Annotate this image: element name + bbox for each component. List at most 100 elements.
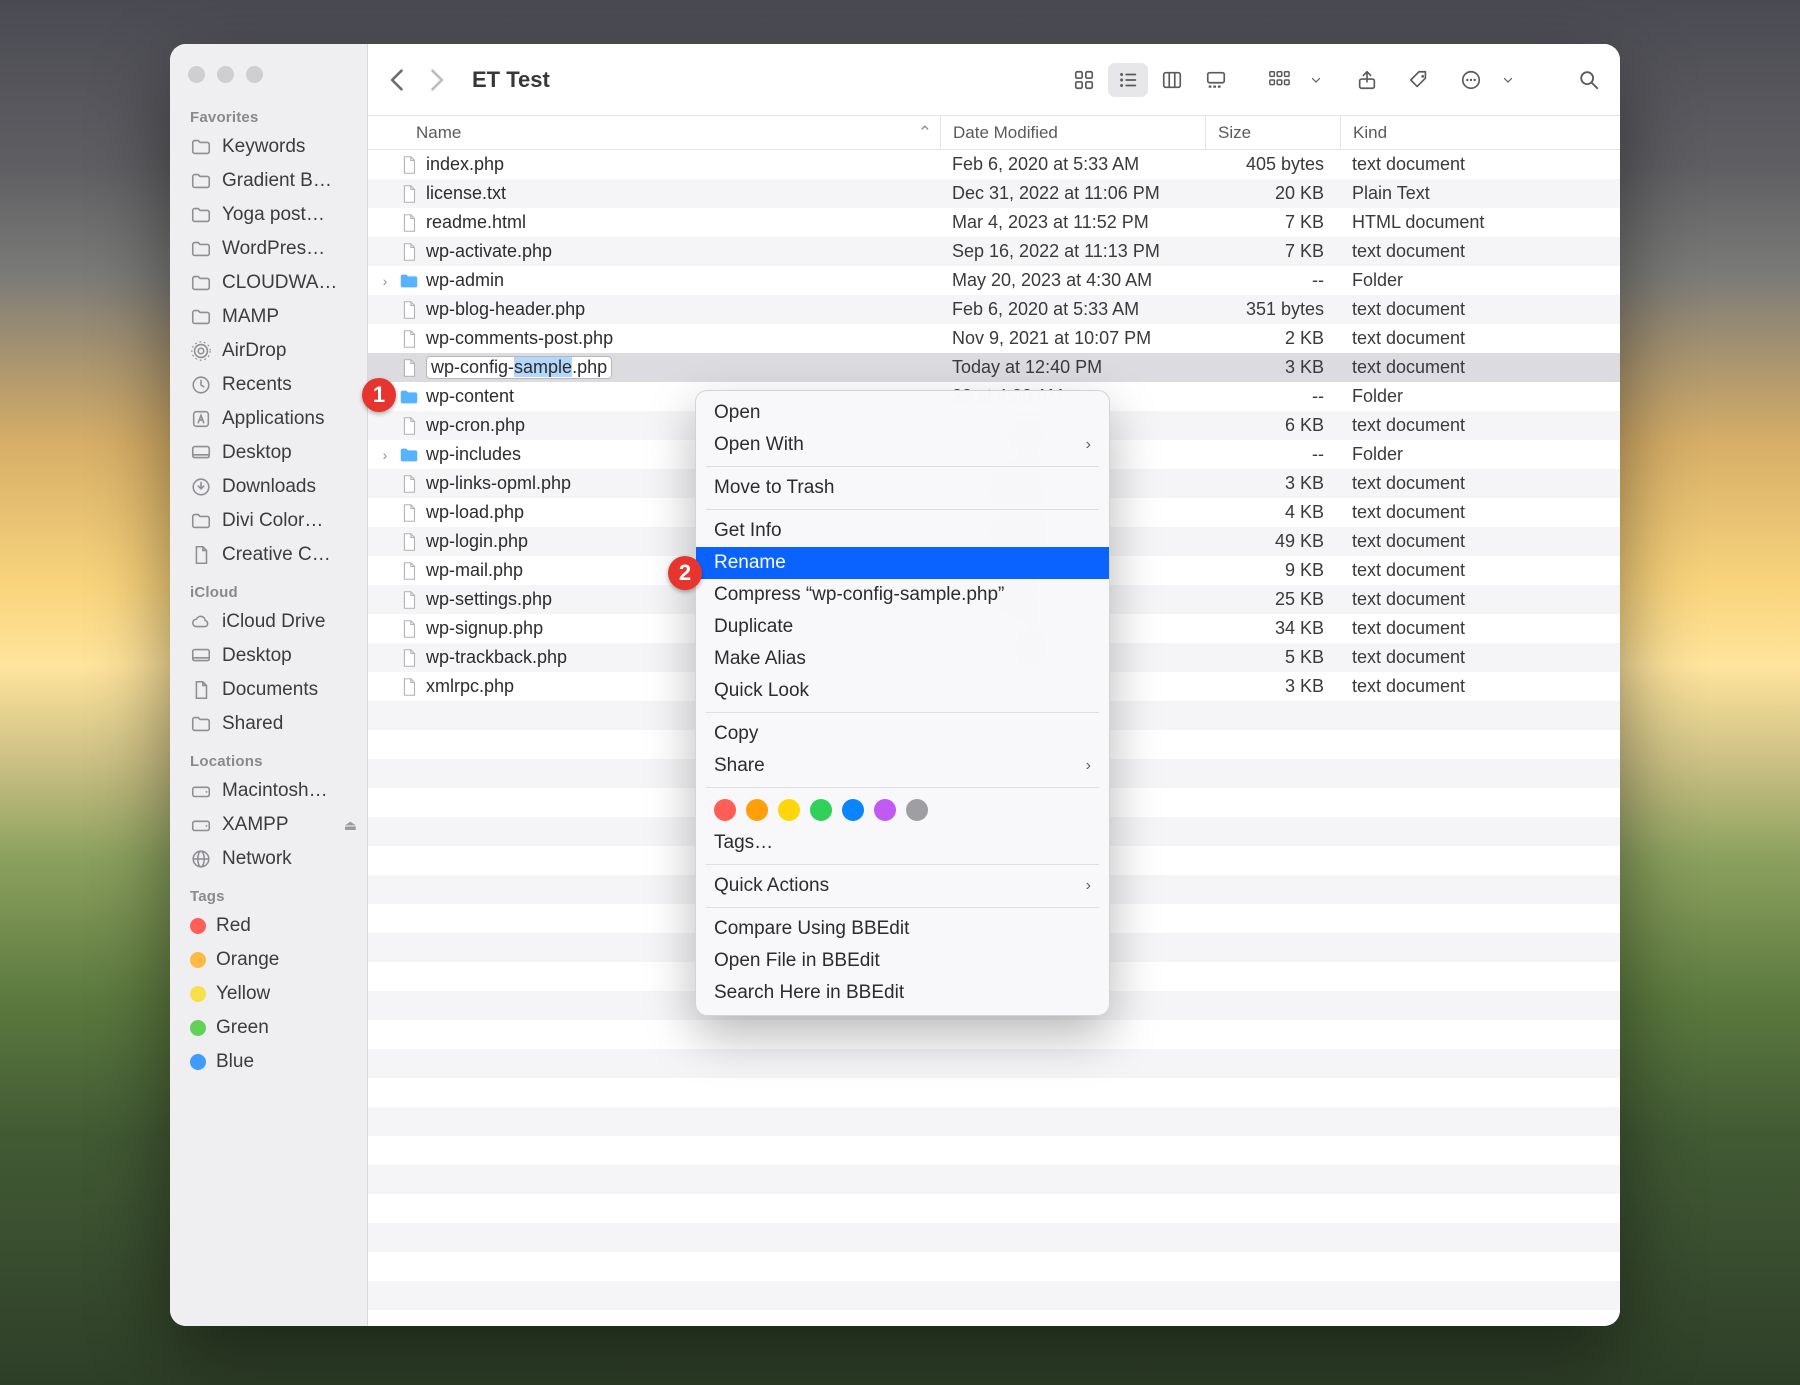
file-row[interactable]: wp-config-sample.php Today at 12:40 PM 3… xyxy=(368,353,1620,382)
file-row[interactable]: index.php Feb 6, 2020 at 5:33 AM 405 byt… xyxy=(368,150,1620,179)
file-row[interactable]: readme.html Mar 4, 2023 at 11:52 PM 7 KB… xyxy=(368,208,1620,237)
file-name-label: wp-login.php xyxy=(426,531,528,552)
minimize-window-button[interactable] xyxy=(217,66,234,83)
column-name-header[interactable]: Name ⌃ xyxy=(368,123,940,143)
sidebar-item[interactable]: Keywords xyxy=(170,130,367,164)
sidebar-item[interactable]: Desktop xyxy=(170,639,367,673)
context-menu-item[interactable]: Quick Actions› xyxy=(696,870,1109,902)
sidebar-item[interactable]: Creative C… xyxy=(170,538,367,572)
context-menu-item-label: Make Alias xyxy=(714,648,806,670)
context-menu-item[interactable]: Search Here in BBEdit xyxy=(696,977,1109,1009)
share-button[interactable] xyxy=(1352,63,1382,97)
context-menu-item[interactable]: Open With› xyxy=(696,429,1109,461)
file-kind-label: text document xyxy=(1340,676,1620,697)
file-row[interactable]: wp-comments-post.php Nov 9, 2021 at 10:0… xyxy=(368,324,1620,353)
context-menu-item[interactable]: Rename xyxy=(696,547,1109,579)
sidebar-item[interactable]: Red xyxy=(170,909,367,943)
column-view-button[interactable] xyxy=(1152,63,1192,97)
tag-gray-button[interactable] xyxy=(906,799,928,821)
file-row[interactable]: wp-activate.php Sep 16, 2022 at 11:13 PM… xyxy=(368,237,1620,266)
close-window-button[interactable] xyxy=(188,66,205,83)
file-name-label: wp-activate.php xyxy=(426,241,552,262)
document-icon xyxy=(398,647,420,669)
sidebar-item[interactable]: Orange xyxy=(170,943,367,977)
tag-orange-button[interactable] xyxy=(746,799,768,821)
tag-green-button[interactable] xyxy=(810,799,832,821)
tag-red-button[interactable] xyxy=(714,799,736,821)
file-name-label: license.txt xyxy=(426,183,506,204)
context-menu-item[interactable]: Duplicate xyxy=(696,611,1109,643)
context-menu-item[interactable]: Quick Look xyxy=(696,675,1109,707)
column-date-header[interactable]: Date Modified xyxy=(940,116,1205,149)
group-by-button[interactable] xyxy=(1264,63,1294,97)
file-rename-input[interactable]: wp-config-sample.php xyxy=(426,356,612,379)
sidebar-item[interactable]: Network xyxy=(170,842,367,876)
sidebar-item[interactable]: Yellow xyxy=(170,977,367,1011)
sidebar-item[interactable]: Documents xyxy=(170,673,367,707)
sidebar-item[interactable]: AirDrop xyxy=(170,334,367,368)
context-menu-item[interactable]: Compress “wp-config-sample.php” xyxy=(696,579,1109,611)
list-view-button[interactable] xyxy=(1108,63,1148,97)
file-row[interactable]: wp-blog-header.php Feb 6, 2020 at 5:33 A… xyxy=(368,295,1620,324)
icon-view-button[interactable] xyxy=(1064,63,1104,97)
back-button[interactable] xyxy=(384,66,412,94)
tag-blue-button[interactable] xyxy=(842,799,864,821)
sidebar-item[interactable]: iCloud Drive xyxy=(170,605,367,639)
file-row[interactable]: license.txt Dec 31, 2022 at 11:06 PM 20 … xyxy=(368,179,1620,208)
sidebar-item[interactable]: Green xyxy=(170,1011,367,1045)
file-name-label: wp-trackback.php xyxy=(426,647,567,668)
sidebar-item[interactable]: Macintosh… xyxy=(170,774,367,808)
file-kind-label: Folder xyxy=(1340,270,1620,291)
sidebar-item[interactable]: Shared xyxy=(170,707,367,741)
search-button[interactable] xyxy=(1574,63,1604,97)
sidebar-item-label: Recents xyxy=(222,374,292,396)
context-menu-item-label: Get Info xyxy=(714,520,782,542)
sidebar-item[interactable]: WordPres… xyxy=(170,232,367,266)
context-menu-item[interactable]: Open File in BBEdit xyxy=(696,945,1109,977)
disclosure-caret-icon[interactable]: › xyxy=(378,273,392,289)
column-size-header[interactable]: Size xyxy=(1205,116,1340,149)
sidebar-item-label: Desktop xyxy=(222,645,292,667)
forward-button[interactable] xyxy=(422,66,450,94)
tags-button[interactable] xyxy=(1404,63,1434,97)
sidebar-item[interactable]: XAMPP⏏ xyxy=(170,808,367,842)
sidebar-item[interactable]: Yoga post… xyxy=(170,198,367,232)
context-menu-item[interactable]: Make Alias xyxy=(696,643,1109,675)
file-size-label: 20 KB xyxy=(1205,183,1340,204)
tag-color-icon xyxy=(190,1020,206,1036)
sidebar-item[interactable]: Blue xyxy=(170,1045,367,1079)
context-menu-item[interactable]: Get Info xyxy=(696,515,1109,547)
column-kind-header[interactable]: Kind xyxy=(1340,116,1620,149)
context-menu-item[interactable]: Compare Using BBEdit xyxy=(696,913,1109,945)
file-date-label: Feb 6, 2020 at 5:33 AM xyxy=(940,299,1205,320)
sidebar-item[interactable]: CLOUDWA… xyxy=(170,266,367,300)
file-name-label: index.php xyxy=(426,154,504,175)
gallery-view-button[interactable] xyxy=(1196,63,1236,97)
sidebar-section-label: Tags xyxy=(170,876,367,909)
context-menu-item[interactable]: Copy xyxy=(696,718,1109,750)
context-menu-item[interactable]: Tags… xyxy=(696,827,1109,859)
sidebar-item-label: Creative C… xyxy=(222,544,331,566)
sidebar-item[interactable]: Applications xyxy=(170,402,367,436)
annotation-badge-2: 2 xyxy=(668,556,702,590)
sidebar-item[interactable]: Recents xyxy=(170,368,367,402)
tag-yellow-button[interactable] xyxy=(778,799,800,821)
file-kind-label: text document xyxy=(1340,531,1620,552)
file-size-label: 3 KB xyxy=(1205,357,1340,378)
sidebar-item[interactable]: MAMP xyxy=(170,300,367,334)
action-button[interactable] xyxy=(1456,63,1486,97)
sidebar-item[interactable]: Gradient B… xyxy=(170,164,367,198)
context-menu-item[interactable]: Open xyxy=(696,397,1109,429)
sidebar-item-label: Network xyxy=(222,848,292,870)
maximize-window-button[interactable] xyxy=(246,66,263,83)
context-menu-item[interactable]: Move to Trash xyxy=(696,472,1109,504)
sidebar-item[interactable]: Divi Color… xyxy=(170,504,367,538)
eject-icon[interactable]: ⏏ xyxy=(344,817,357,834)
tag-purple-button[interactable] xyxy=(874,799,896,821)
disclosure-caret-icon[interactable]: › xyxy=(378,447,392,463)
column-header: Name ⌃ Date Modified Size Kind xyxy=(368,116,1620,150)
file-row[interactable]: › wp-admin May 20, 2023 at 4:30 AM -- Fo… xyxy=(368,266,1620,295)
sidebar-item[interactable]: Downloads xyxy=(170,470,367,504)
sidebar-item[interactable]: Desktop xyxy=(170,436,367,470)
context-menu-item[interactable]: Share› xyxy=(696,750,1109,782)
